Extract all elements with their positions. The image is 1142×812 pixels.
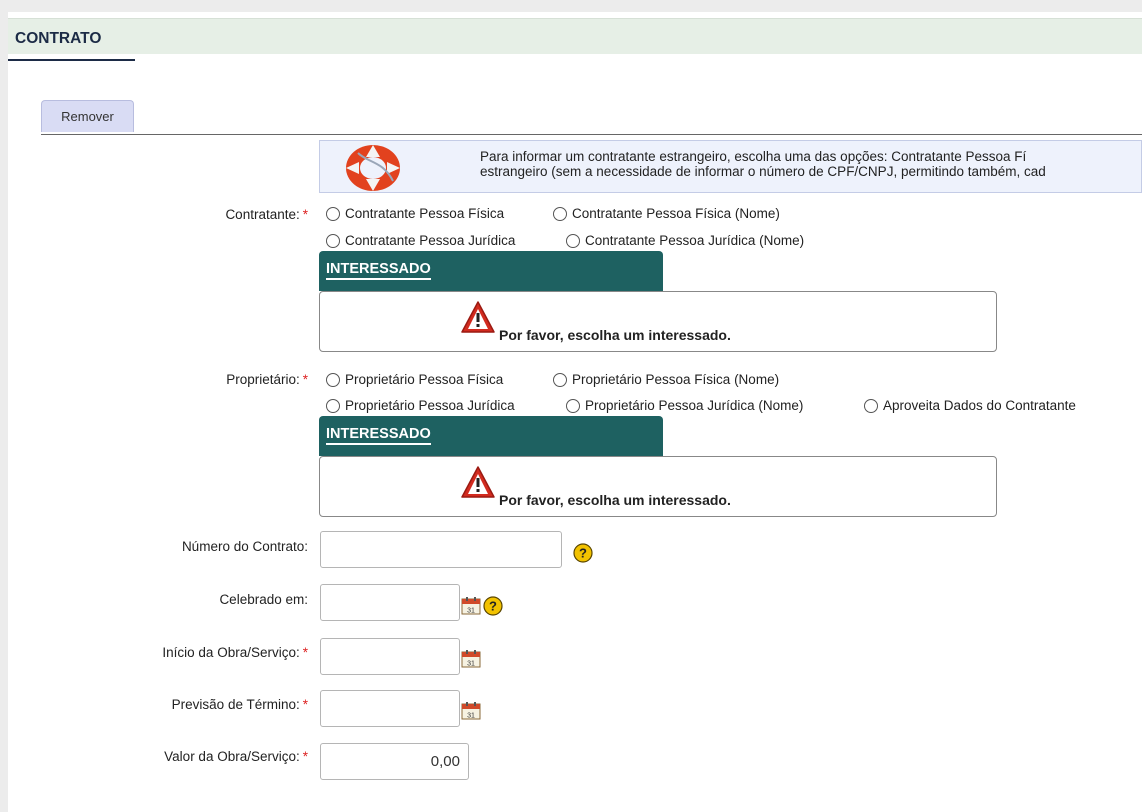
info-text: Para informar um contratante estrangeiro… — [480, 149, 1141, 179]
required-mark: * — [302, 749, 308, 764]
interessado-panel-title: INTERESSADO — [326, 261, 431, 280]
radio-contratante-pf-nome[interactable]: Contratante Pessoa Física (Nome) — [553, 206, 780, 221]
calendar-icon[interactable]: 31 — [461, 596, 481, 615]
radio-circle[interactable] — [864, 398, 878, 413]
radio-aproveita-dados[interactable]: Aproveita Dados do Contratante — [864, 398, 1076, 413]
radio-circle[interactable] — [566, 233, 580, 248]
proprietario-label: Proprietário: * — [226, 372, 308, 387]
info-text-line-1: Para informar um contratante estrangeiro… — [480, 149, 1027, 164]
radio-contratante-pf[interactable]: Contratante Pessoa Física — [326, 206, 504, 221]
valor-obra-label-text: Valor da Obra/Serviço: — [164, 749, 300, 764]
contratante-label-text: Contratante: — [225, 207, 300, 222]
remove-button[interactable]: Remover — [41, 100, 134, 132]
svg-text:?: ? — [489, 599, 497, 614]
radio-contratante-pj[interactable]: Contratante Pessoa Jurídica — [326, 233, 515, 248]
radio-circle[interactable] — [326, 398, 340, 413]
radio-circle[interactable] — [326, 233, 340, 248]
section-title: CONTRATO — [15, 30, 102, 47]
radio-label: Contratante Pessoa Física — [345, 206, 505, 221]
radio-circle[interactable] — [566, 398, 580, 413]
radio-label: Contratante Pessoa Jurídica — [345, 233, 516, 248]
required-mark: * — [302, 207, 308, 222]
celebrado-em-input[interactable] — [320, 584, 460, 621]
interessado-warning-text: Por favor, escolha um interessado. — [499, 492, 731, 508]
inicio-obra-input[interactable] — [320, 638, 460, 675]
interessado-panel-body: Por favor, escolha um interessado. — [319, 291, 997, 352]
radio-label: Proprietário Pessoa Jurídica (Nome) — [585, 398, 804, 413]
valor-obra-input[interactable] — [320, 743, 469, 780]
contratante-label: Contratante: * — [225, 207, 308, 222]
warning-icon — [461, 301, 495, 333]
radio-label: Contratante Pessoa Jurídica (Nome) — [585, 233, 805, 248]
interessado-panel-title: INTERESSADO — [326, 426, 431, 445]
radio-circle[interactable] — [326, 206, 340, 221]
interessado-panel-body: Por favor, escolha um interessado. — [319, 456, 997, 517]
interessado-panel-header: INTERESSADO — [319, 251, 663, 291]
radio-circle[interactable] — [553, 372, 567, 387]
calendar-icon[interactable]: 31 — [461, 701, 481, 720]
radio-proprietario-pj[interactable]: Proprietário Pessoa Jurídica — [326, 398, 515, 413]
toolbar-divider — [41, 134, 1142, 135]
svg-text:31: 31 — [467, 713, 475, 720]
previsao-termino-label-text: Previsão de Término: — [171, 697, 300, 712]
radio-label: Proprietário Pessoa Física (Nome) — [572, 372, 780, 387]
info-box: Para informar um contratante estrangeiro… — [319, 140, 1142, 193]
interessado-panel-header: INTERESSADO — [319, 416, 663, 456]
numero-contrato-label-text: Número do Contrato: — [181, 539, 308, 554]
help-icon[interactable]: ? — [573, 543, 593, 563]
numero-contrato-input[interactable] — [320, 531, 562, 568]
radio-label: Aproveita Dados do Contratante — [883, 398, 1076, 413]
celebrado-em-label-text: Celebrado em: — [219, 592, 308, 607]
radio-proprietario-pf-nome[interactable]: Proprietário Pessoa Física (Nome) — [553, 372, 779, 387]
radio-label: Contratante Pessoa Física (Nome) — [572, 206, 780, 221]
radio-label: Proprietário Pessoa Jurídica — [345, 398, 515, 413]
proprietario-label-text: Proprietário: — [226, 372, 300, 387]
info-text-line-2: estrangeiro (sem a necessidade de inform… — [480, 164, 1046, 179]
help-icon[interactable]: ? — [483, 596, 503, 616]
svg-text:31: 31 — [467, 608, 475, 615]
radio-proprietario-pj-nome[interactable]: Proprietário Pessoa Jurídica (Nome) — [566, 398, 803, 413]
required-mark: * — [302, 697, 308, 712]
radio-circle[interactable] — [326, 372, 340, 387]
radio-label: Proprietário Pessoa Física — [345, 372, 504, 387]
radio-proprietario-pf[interactable]: Proprietário Pessoa Física — [326, 372, 503, 387]
valor-obra-label: Valor da Obra/Serviço: * — [164, 749, 308, 764]
required-mark: * — [302, 372, 308, 387]
inicio-obra-label: Início da Obra/Serviço: * — [162, 645, 308, 660]
svg-text:31: 31 — [467, 661, 475, 668]
interessado-warning-text: Por favor, escolha um interessado. — [499, 327, 731, 343]
warning-icon — [461, 466, 495, 498]
inicio-obra-label-text: Início da Obra/Serviço: — [162, 645, 300, 660]
numero-contrato-label: Número do Contrato: — [182, 539, 308, 554]
calendar-icon[interactable]: 31 — [461, 649, 481, 668]
contract-form-page: CONTRATO Remover Para informar um contra… — [8, 12, 1142, 812]
radio-contratante-pj-nome[interactable]: Contratante Pessoa Jurídica (Nome) — [566, 233, 804, 248]
previsao-termino-label: Previsão de Término: * — [172, 697, 308, 712]
section-title-underline — [8, 59, 135, 61]
previsao-termino-input[interactable] — [320, 690, 460, 727]
celebrado-em-label: Celebrado em: — [219, 592, 308, 607]
section-header: CONTRATO — [8, 18, 1142, 61]
svg-text:?: ? — [579, 546, 587, 561]
lifebuoy-icon — [346, 145, 400, 191]
required-mark: * — [302, 645, 308, 660]
radio-circle[interactable] — [553, 206, 567, 221]
